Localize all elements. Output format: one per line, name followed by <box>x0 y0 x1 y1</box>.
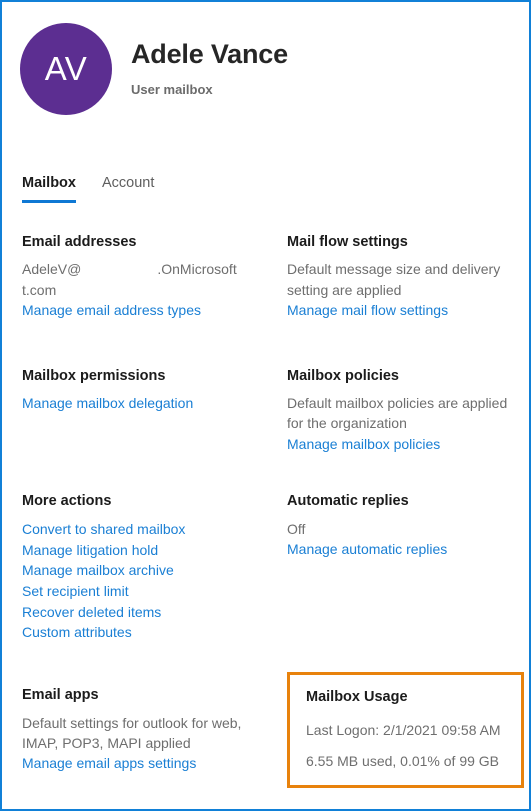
link-manage-email-address-types[interactable]: Manage email address types <box>22 300 267 321</box>
settings-content: Email addresses AdeleV@ .OnMicrosoft t.co… <box>2 203 529 789</box>
link-manage-mailbox-archive[interactable]: Manage mailbox archive <box>22 560 267 581</box>
link-convert-to-shared-mailbox[interactable]: Convert to shared mailbox <box>22 519 267 540</box>
email-address-prefix: AdeleV@ <box>22 261 82 278</box>
section-mailbox-permissions: Mailbox permissions Manage mailbox deleg… <box>2 321 267 414</box>
email-address-value: AdeleV@ .OnMicrosoft t.com <box>22 259 267 300</box>
section-title: More actions <box>22 493 112 510</box>
section-title: Mailbox permissions <box>22 367 166 384</box>
settings-row-4: Email apps Default settings for outlook … <box>2 643 529 789</box>
link-custom-attributes[interactable]: Custom attributes <box>22 622 267 643</box>
link-manage-automatic-replies[interactable]: Manage automatic replies <box>287 539 513 560</box>
mailbox-details-panel: AV Adele Vance User mailbox Mailbox Acco… <box>0 0 531 811</box>
page-title: Adele Vance <box>131 39 288 69</box>
link-manage-email-apps-settings[interactable]: Manage email apps settings <box>22 753 267 774</box>
section-mailbox-usage-wrapper: Mailbox Usage Last Logon: 2/1/2021 09:58… <box>267 643 524 789</box>
section-title: Mailbox policies <box>287 367 399 384</box>
link-manage-litigation-hold[interactable]: Manage litigation hold <box>22 540 267 561</box>
section-title: Email addresses <box>22 234 137 250</box>
section-more-actions: More actions Convert to shared mailbox M… <box>2 454 267 643</box>
tab-account[interactable]: Account <box>102 175 154 203</box>
link-set-recipient-limit[interactable]: Set recipient limit <box>22 581 267 602</box>
mailbox-policies-description: Default mailbox policies are applied for… <box>287 395 508 432</box>
tab-bar: Mailbox Account <box>22 175 529 203</box>
settings-row-2: Mailbox permissions Manage mailbox deleg… <box>2 321 529 455</box>
section-email-addresses: Email addresses AdeleV@ .OnMicrosoft t.co… <box>2 203 267 321</box>
tab-mailbox[interactable]: Mailbox <box>22 175 76 203</box>
section-title: Mail flow settings <box>287 234 408 250</box>
section-email-apps: Email apps Default settings for outlook … <box>2 643 267 774</box>
mail-flow-description: Default message size and delivery settin… <box>287 261 501 298</box>
automatic-replies-status: Off <box>287 520 306 537</box>
section-automatic-replies: Automatic replies Off Manage automatic r… <box>267 454 513 559</box>
section-mailbox-policies: Mailbox policies Default mailbox policie… <box>267 321 513 455</box>
section-title: Email apps <box>22 687 99 704</box>
section-title: Mailbox Usage <box>306 689 408 706</box>
email-apps-description: Default settings for outlook for web, IM… <box>22 714 242 751</box>
mailbox-usage-callout: Mailbox Usage Last Logon: 2/1/2021 09:58… <box>287 672 524 789</box>
section-mail-flow-settings: Mail flow settings Default message size … <box>267 203 513 321</box>
identity-block: Adele Vance User mailbox <box>131 23 288 97</box>
link-manage-mailbox-delegation[interactable]: Manage mailbox delegation <box>22 393 267 414</box>
settings-row-1: Email addresses AdeleV@ .OnMicrosoft t.co… <box>2 203 529 321</box>
section-title: Automatic replies <box>287 493 409 510</box>
link-manage-mail-flow-settings[interactable]: Manage mail flow settings <box>287 300 513 321</box>
settings-row-3: More actions Convert to shared mailbox M… <box>2 454 529 643</box>
last-logon-value: Last Logon: 2/1/2021 09:58 AM <box>306 721 501 738</box>
avatar: AV <box>20 23 112 115</box>
storage-usage-value: 6.55 MB used, 0.01% of 99 GB <box>306 752 500 769</box>
mailbox-type-label: User mailbox <box>131 82 213 98</box>
link-recover-deleted-items[interactable]: Recover deleted items <box>22 602 267 623</box>
link-manage-mailbox-policies[interactable]: Manage mailbox policies <box>287 434 513 455</box>
user-header: AV Adele Vance User mailbox <box>2 2 529 115</box>
